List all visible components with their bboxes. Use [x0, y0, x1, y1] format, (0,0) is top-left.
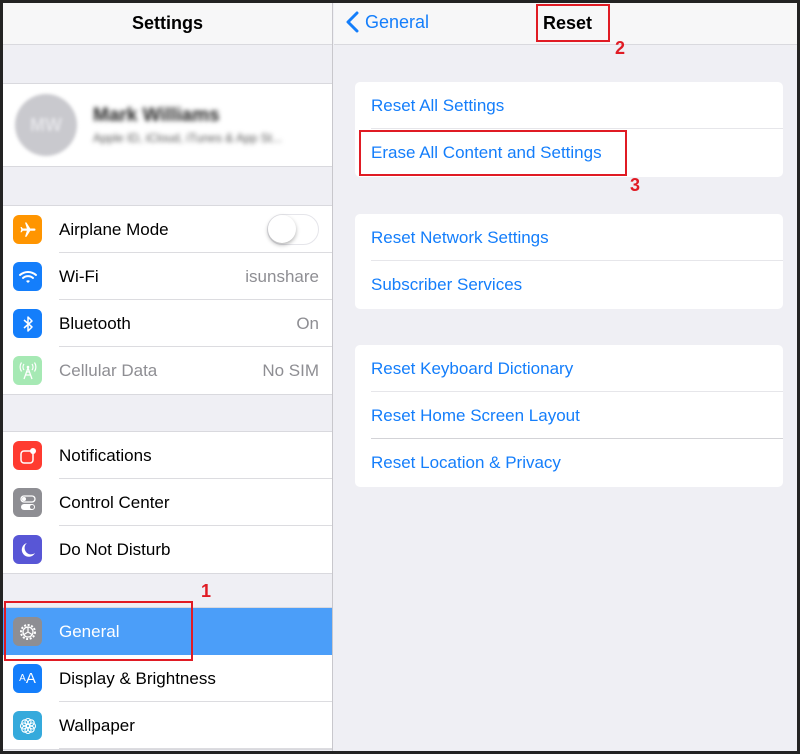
- reset-group-2: Reset Network Settings Subscriber Servic…: [355, 214, 783, 309]
- profile-name: Mark Williams: [93, 105, 220, 126]
- sidebar-item-label: Control Center: [59, 492, 170, 512]
- moon-icon: [13, 535, 42, 564]
- sidebar-item-display-brightness[interactable]: AA Display & Brightness: [3, 655, 332, 702]
- sidebar-item-label: Wi-Fi: [59, 266, 99, 286]
- notifications-group: Notifications Control Center Do Not Dist…: [3, 431, 332, 574]
- sidebar-item-wallpaper[interactable]: Wallpaper: [3, 702, 332, 749]
- sidebar-item-label: Wallpaper: [59, 715, 135, 735]
- annotation-number-1: 1: [201, 581, 212, 601]
- annotation-box-2: [536, 4, 610, 42]
- notifications-icon: [13, 441, 42, 470]
- avatar: MW: [15, 94, 77, 156]
- screen: Settings MW Mark Williams Apple ID, iClo…: [3, 3, 797, 751]
- back-button[interactable]: General: [346, 11, 429, 33]
- option-label: Reset Location & Privacy: [371, 452, 561, 472]
- sidebar-header: Settings: [3, 3, 332, 45]
- sidebar-item-label: Display & Brightness: [59, 668, 216, 688]
- sidebar-item-cellular-data[interactable]: Cellular Data No SIM: [3, 347, 332, 394]
- annotation-box-1: [4, 601, 193, 661]
- reset-home-screen-layout-button[interactable]: Reset Home Screen Layout: [355, 392, 783, 439]
- sidebar-item-label: Do Not Disturb: [59, 539, 171, 559]
- profile-subtitle: Apple ID, iCloud, iTunes & App St...: [93, 131, 282, 145]
- control-center-icon: [13, 488, 42, 517]
- toggle-knob: [268, 215, 296, 243]
- sidebar-item-control-center[interactable]: Control Center: [3, 479, 332, 526]
- option-label: Subscriber Services: [371, 274, 523, 294]
- option-label: Reset Network Settings: [371, 227, 549, 247]
- sidebar-item-bluetooth[interactable]: Bluetooth On: [3, 300, 332, 347]
- back-label: General: [365, 11, 430, 32]
- sidebar-item-airplane-mode[interactable]: Airplane Mode: [3, 206, 332, 253]
- display-icon: AA: [13, 664, 42, 693]
- option-label: Reset Home Screen Layout: [371, 405, 580, 425]
- reset-location-privacy-button[interactable]: Reset Location & Privacy: [355, 439, 783, 486]
- reset-network-settings-button[interactable]: Reset Network Settings: [355, 214, 783, 261]
- sidebar-item-label: Airplane Mode: [59, 219, 169, 239]
- airplane-mode-toggle[interactable]: [267, 214, 319, 245]
- sidebar-item-label: Cellular Data: [59, 360, 158, 380]
- airplane-icon: [13, 215, 42, 244]
- reset-group-3: Reset Keyboard Dictionary Reset Home Scr…: [355, 345, 783, 487]
- bluetooth-icon: [13, 309, 42, 338]
- sidebar-item-wifi[interactable]: Wi-Fi isunshare: [3, 253, 332, 300]
- subscriber-services-button[interactable]: Subscriber Services: [355, 261, 783, 308]
- wallpaper-icon: [13, 711, 42, 740]
- settings-sidebar: Settings MW Mark Williams Apple ID, iClo…: [3, 3, 333, 751]
- option-label: Reset Keyboard Dictionary: [371, 358, 574, 378]
- reset-keyboard-dictionary-button[interactable]: Reset Keyboard Dictionary: [355, 345, 783, 392]
- wifi-icon: [13, 262, 42, 291]
- connectivity-group: Airplane Mode Wi-Fi isunshare Bluetooth …: [3, 205, 332, 395]
- wifi-network-value: isunshare: [245, 266, 319, 286]
- annotation-number-3: 3: [630, 175, 641, 195]
- sidebar-item-label: Notifications: [59, 445, 152, 465]
- sidebar-item-label: Bluetooth: [59, 313, 131, 333]
- cellular-icon: [13, 356, 42, 385]
- sidebar-item-do-not-disturb[interactable]: Do Not Disturb: [3, 526, 332, 573]
- chevron-left-icon: [346, 11, 359, 33]
- reset-detail-pane: General Reset Reset All Settings Erase A…: [334, 3, 797, 751]
- sidebar-title: Settings: [131, 13, 203, 33]
- sidebar-item-notifications[interactable]: Notifications: [3, 432, 332, 479]
- cellular-status-value: No SIM: [262, 360, 319, 380]
- divider: [59, 748, 332, 749]
- option-label: Reset All Settings: [371, 95, 505, 115]
- bluetooth-status-value: On: [296, 313, 319, 333]
- annotation-number-2: 2: [615, 38, 626, 58]
- reset-all-settings-button[interactable]: Reset All Settings: [355, 82, 783, 129]
- annotation-box-3: [359, 130, 627, 176]
- apple-id-profile[interactable]: MW Mark Williams Apple ID, iCloud, iTune…: [3, 83, 332, 167]
